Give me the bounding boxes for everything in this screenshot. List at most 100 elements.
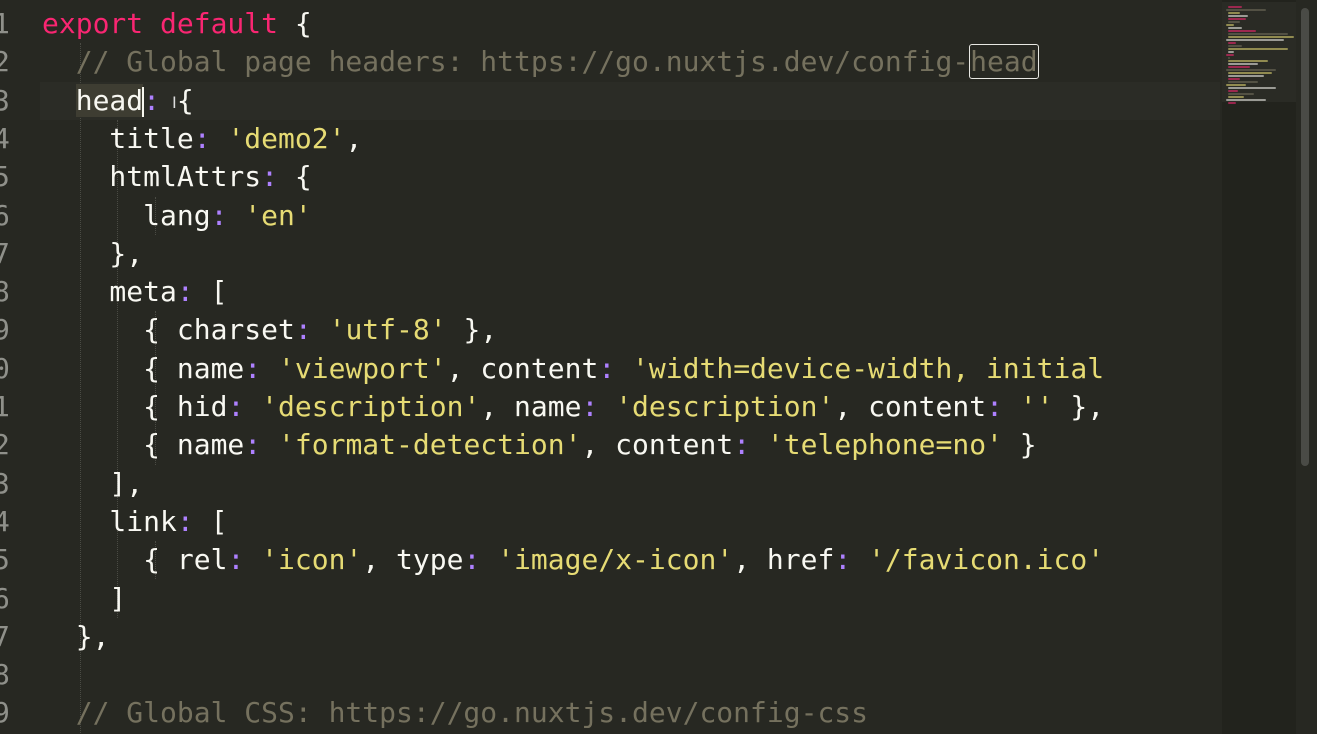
- code-token: // Global CSS: https://go.nuxtjs.dev/con…: [42, 696, 869, 730]
- code-token: {: [42, 351, 177, 385]
- code-token: name: [514, 390, 582, 423]
- code-line[interactable]: title: 'demo2',: [42, 120, 362, 158]
- minimap-line: [1228, 72, 1272, 74]
- minimap-line: [1228, 18, 1246, 20]
- code-token: :: [176, 504, 194, 538]
- code-token: charset: [176, 313, 295, 347]
- code-token: 'width=device-width, initial: [632, 351, 1105, 385]
- code-token: 'utf-8': [328, 313, 447, 347]
- code-token: :: [193, 121, 211, 155]
- code-token: ,: [480, 390, 515, 423]
- code-token: :: [733, 428, 751, 462]
- code-line[interactable]: { name: 'viewport', content: 'width=devi…: [42, 350, 1104, 388]
- minimap-line: [1226, 84, 1246, 86]
- code-line[interactable]: },: [42, 618, 110, 656]
- code-token: htmlAttrs: [42, 160, 262, 194]
- code-token: :: [244, 351, 262, 385]
- minimap-line: [1228, 102, 1236, 104]
- code-token: content: [480, 351, 599, 385]
- minimap-line: [1228, 6, 1242, 8]
- code-token: [: [193, 275, 228, 309]
- minimap-line: [1228, 90, 1238, 92]
- code-editor[interactable]: 1234567890123456789 export default { // …: [0, 0, 1317, 734]
- minimap-line: [1228, 30, 1256, 32]
- minimap-line: [1228, 93, 1254, 95]
- code-token: :: [294, 313, 312, 347]
- code-line[interactable]: { hid: 'description', name: 'description…: [42, 388, 1104, 426]
- code-token: // Global page headers: https://go.nuxtj…: [42, 45, 970, 79]
- minimap-line: [1226, 99, 1266, 101]
- code-token: :: [834, 543, 852, 577]
- code-token: name: [176, 351, 245, 385]
- text-cursor-icon: I: [172, 93, 177, 112]
- code-token: head: [42, 83, 144, 117]
- code-token: meta: [42, 275, 177, 309]
- minimap-line: [1226, 9, 1266, 11]
- code-line[interactable]: { charset: 'utf-8' },: [42, 311, 497, 349]
- minimap-line: [1228, 66, 1250, 68]
- minimap-line: [1228, 87, 1276, 89]
- code-area[interactable]: export default { // Global page headers:…: [0, 0, 1222, 734]
- vertical-scrollbar[interactable]: [1298, 0, 1317, 734]
- minimap-line: [1228, 78, 1240, 80]
- minimap-line: [1228, 21, 1240, 23]
- code-line[interactable]: { name: 'format-detection', content: 'te…: [42, 426, 1037, 464]
- code-token: content: [868, 390, 987, 423]
- code-token: {: [42, 390, 177, 423]
- code-token: ,: [362, 543, 397, 577]
- code-token: type: [396, 543, 464, 577]
- code-token: :: [143, 83, 161, 117]
- minimap-line: [1228, 27, 1242, 29]
- minimap-line: [1228, 60, 1268, 62]
- code-token: ],: [42, 466, 144, 500]
- code-line[interactable]: head: {: [42, 82, 194, 120]
- code-line[interactable]: { rel: 'icon', type: 'image/x-icon', hre…: [42, 541, 1104, 579]
- code-token: :: [244, 428, 262, 462]
- minimap-line: [1228, 45, 1242, 47]
- code-token: :: [227, 390, 245, 423]
- code-token: },: [1053, 390, 1105, 423]
- code-line[interactable]: lang: 'en': [42, 197, 312, 235]
- code-line[interactable]: htmlAttrs: {: [42, 158, 312, 196]
- scrollbar-thumb[interactable]: [1301, 8, 1309, 466]
- code-token: 'description': [261, 390, 481, 423]
- code-token: :: [227, 543, 245, 577]
- code-token: 'description': [615, 390, 835, 423]
- code-token: :: [598, 351, 616, 385]
- code-line[interactable]: link: [: [42, 503, 227, 541]
- code-token: ]: [42, 581, 127, 615]
- minimap-line: [1228, 48, 1288, 50]
- code-token: :: [463, 543, 481, 577]
- code-line[interactable]: ]: [42, 580, 126, 618]
- code-token: link: [42, 504, 177, 538]
- code-token: ,: [446, 351, 481, 385]
- minimap-line: [1226, 39, 1284, 41]
- code-token: :: [176, 275, 194, 309]
- code-line[interactable]: export default {: [42, 5, 312, 43]
- code-token: {: [278, 7, 312, 40]
- minimap[interactable]: [1222, 0, 1296, 734]
- code-token: '/favicon.ico': [868, 543, 1105, 577]
- code-line[interactable]: // Global page headers: https://go.nuxtj…: [42, 43, 1039, 81]
- code-line[interactable]: },: [42, 235, 143, 273]
- code-line[interactable]: meta: [: [42, 273, 227, 311]
- code-line[interactable]: ],: [42, 465, 143, 503]
- code-token: ,: [581, 428, 616, 462]
- code-token: {: [278, 160, 312, 194]
- minimap-line: [1228, 81, 1258, 83]
- code-token: 'icon': [261, 543, 363, 577]
- minimap-line: [1226, 24, 1234, 26]
- code-line[interactable]: // Global CSS: https://go.nuxtjs.dev/con…: [42, 694, 868, 732]
- code-token: 'viewport': [278, 351, 447, 385]
